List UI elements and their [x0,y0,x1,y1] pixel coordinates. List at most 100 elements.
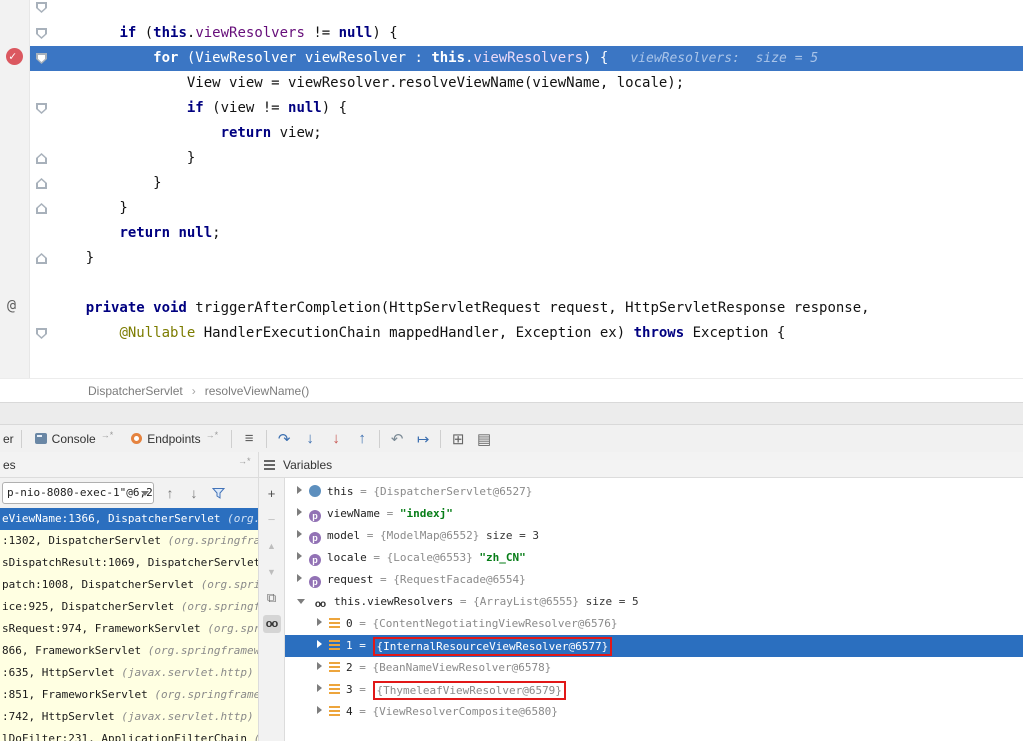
step-out-icon[interactable]: ↑ [349,430,375,447]
breadcrumb-method[interactable]: resolveViewName() [205,384,309,398]
panel-headers: es →* Variables [0,452,1023,478]
step-over-icon[interactable]: ↷ [271,430,297,448]
code-line[interactable]: } [0,196,1023,221]
code-editor[interactable]: if (this.viewResolvers != null) { for (V… [0,0,1023,378]
menu-icon[interactable] [264,460,275,462]
code-line[interactable] [0,271,1023,296]
frames-header-mark-icon[interactable]: →* [238,456,251,466]
code-line[interactable]: for (ViewResolver viewResolver : this.vi… [0,46,1023,71]
new-watch-icon[interactable]: + [263,485,281,503]
stack-frame[interactable]: :851, FrameworkServlet (org.springframew… [0,684,258,706]
code-line[interactable]: } [0,146,1023,171]
breakpoint-icon[interactable] [6,48,23,65]
stack-frame[interactable]: :1302, DispatcherServlet (org.springfram… [0,530,258,552]
code-line[interactable]: private void triggerAfterCompletion(Http… [0,296,1023,321]
run-to-cursor-icon[interactable]: ↦ [410,430,436,448]
stack-frame[interactable]: patch:1008, DispatcherServlet (org.sprin… [0,574,258,596]
code-line[interactable]: if (this.viewResolvers != null) { [0,21,1023,46]
frame-location: ice:925, DispatcherServlet [2,600,181,613]
variable-row[interactable]: 4 = {ViewResolverComposite@6580} [285,701,1023,723]
code-text: ( [145,25,153,41]
variable-row[interactable]: oothis.viewResolvers = {ArrayList@6555} … [285,591,1023,613]
variable-row[interactable]: pmodel = {ModelMap@6552} size = 3 [285,525,1023,547]
param-icon: p [309,576,321,588]
code-line[interactable]: } [0,171,1023,196]
variable-row[interactable]: 0 = {ContentNegotiatingViewResolver@6576… [285,613,1023,635]
code-line[interactable]: View view = viewResolver.resolveViewName… [0,71,1023,96]
chevron-right-icon[interactable] [317,662,322,670]
tab-console[interactable]: Console →* [26,425,123,452]
variables-panel: this = {DispatcherServlet@6527}pviewName… [285,478,1023,741]
equals-sign: = [367,551,387,564]
stack-frame[interactable]: sRequest:974, FrameworkServlet (org.spri… [0,618,258,640]
duplicate-watch-icon[interactable]: ⧉ [263,589,281,607]
variable-row[interactable]: prequest = {RequestFacade@6554} [285,569,1023,591]
filter-funnel-icon[interactable] [212,487,225,500]
fold-marker-icon[interactable] [36,2,47,13]
variable-row[interactable]: plocale = {Locale@6553} "zh_CN" [285,547,1023,569]
code-text: != [305,25,339,41]
tab-console-label: Console [52,432,96,446]
code-line[interactable]: if (view != null) { [0,96,1023,121]
chevron-right-icon[interactable] [297,552,302,560]
chevron-right-icon[interactable] [317,706,322,714]
variable-row[interactable]: this = {DispatcherServlet@6527} [285,481,1023,503]
frame-location: 866, FrameworkServlet [2,644,148,657]
stack-frame[interactable]: :635, HttpServlet (javax.servlet.http) [0,662,258,684]
chevron-right-icon[interactable] [317,640,322,648]
chevron-right-icon[interactable] [297,508,302,516]
tab-endpoints-label: Endpoints [147,432,200,446]
variable-string-value: "indexj" [400,507,453,520]
variable-value: {BeanNameViewResolver@6578} [373,661,552,674]
separator [379,430,380,448]
variable-row[interactable]: pviewName = "indexj" [285,503,1023,525]
code-text [52,225,119,241]
settings-menu-icon[interactable]: ≡ [236,430,262,447]
chevron-right-icon[interactable] [297,530,302,538]
force-step-into-icon[interactable]: ↓ [323,430,349,447]
code-text: } [52,250,94,266]
drop-frame-icon[interactable]: ↶ [384,430,410,448]
code-line[interactable]: return view; [0,121,1023,146]
chevron-right-icon[interactable] [317,684,322,692]
tab-endpoints[interactable]: Endpoints →* [122,425,227,452]
chevron-down-icon[interactable] [297,599,305,604]
move-watch-up-icon[interactable]: ▲ [263,537,281,555]
stack-frame[interactable]: ice:925, DispatcherServlet (org.springfr… [0,596,258,618]
variable-row[interactable]: 1 = {InternalResourceViewResolver@6577} [285,635,1023,657]
chevron-right-icon[interactable] [297,486,302,494]
equals-sign: = [353,617,373,630]
navigate-frame-down-icon[interactable]: ↓ [184,482,204,504]
stack-frame[interactable]: :742, HttpServlet (javax.servlet.http) [0,706,258,728]
move-watch-down-icon[interactable]: ▼ [263,563,281,581]
code-line[interactable]: @Nullable HandlerExecutionChain mappedHa… [0,321,1023,346]
separator [21,430,22,448]
thread-selector[interactable]: p-nio-8080-exec-1"@6,2... [2,482,154,504]
chevron-right-icon[interactable] [317,618,322,626]
code-text: null [339,25,373,41]
layout-settings-icon[interactable]: ▤ [471,430,497,448]
code-line[interactable]: return null; [0,221,1023,246]
code-text: null [288,100,322,116]
param-icon: p [309,532,321,544]
variable-row[interactable]: 2 = {BeanNameViewResolver@6578} [285,657,1023,679]
step-into-icon[interactable]: ↓ [297,430,323,447]
table-view-icon[interactable]: ⊞ [445,430,471,448]
show-watches-in-variables-icon[interactable]: oo [263,615,281,633]
frame-package: (org.spr [227,512,258,525]
code-text: throws [634,325,685,341]
code-line[interactable]: } [0,246,1023,271]
chevron-right-icon[interactable] [297,574,302,582]
variable-name: this [327,485,354,498]
stack-frame[interactable]: lDoFilter:231, ApplicationFilterChain (o… [0,728,258,741]
code-text: if [119,25,144,41]
debugger-tab-fragment[interactable]: er [0,432,17,446]
breadcrumb-class[interactable]: DispatcherServlet [88,384,183,398]
stack-frame[interactable]: eViewName:1366, DispatcherServlet (org.s… [0,508,258,530]
stack-frame[interactable]: sDispatchResult:1069, DispatcherServlet … [0,552,258,574]
navigate-frame-up-icon[interactable]: ↑ [160,482,180,504]
tab-mark-icon: →* [206,430,219,440]
variable-row[interactable]: 3 = {ThymeleafViewResolver@6579} [285,679,1023,701]
remove-watch-icon[interactable]: − [263,511,281,529]
stack-frame[interactable]: 866, FrameworkServlet (org.springframewo [0,640,258,662]
